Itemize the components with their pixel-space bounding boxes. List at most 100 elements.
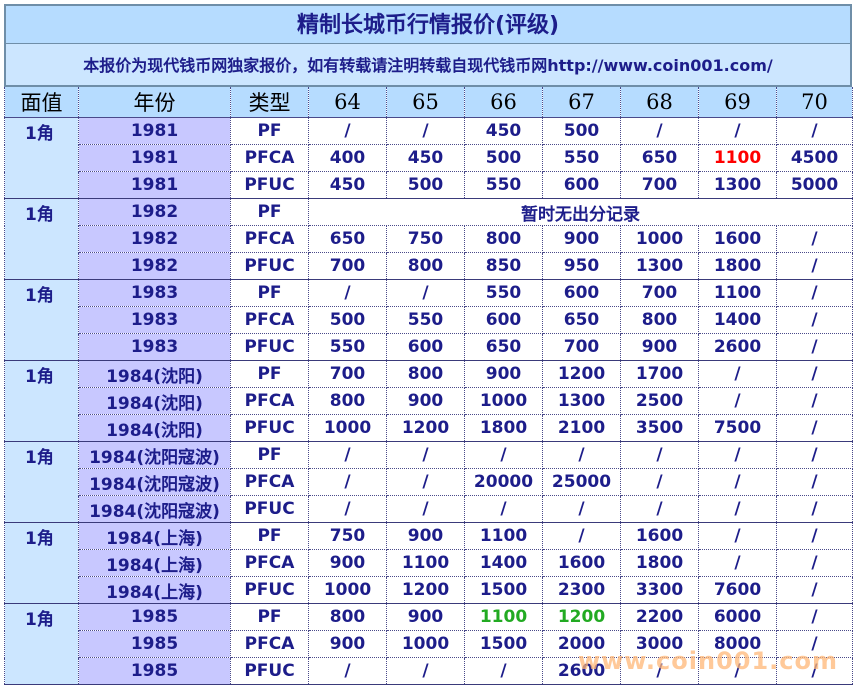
price-cell: / <box>386 468 465 496</box>
table-row: 1983 PFUC 550 600 650 700 900 2600/ <box>4 333 853 361</box>
face-value-cell <box>4 144 79 172</box>
price-cell: 450 <box>386 144 465 172</box>
face-value-cell: 1角 <box>4 117 79 145</box>
price-cell: 20000 <box>464 468 543 496</box>
price-cell: 450 <box>308 171 387 199</box>
column-header: 64 <box>308 87 387 118</box>
type-cell: PF <box>230 279 309 307</box>
type-cell: PFCA <box>230 144 309 172</box>
type-cell: PF <box>230 198 309 226</box>
price-cell: 900 <box>386 387 465 415</box>
price-cell: / <box>386 657 465 685</box>
price-cell: / <box>776 549 853 577</box>
type-cell: PF <box>230 522 309 550</box>
price-cell: 1200 <box>542 360 621 388</box>
price-cell: 1400 <box>464 549 543 577</box>
price-cell: 900 <box>308 549 387 577</box>
price-cell: 1000 <box>620 225 699 253</box>
year-cell: 1984(上海) <box>78 576 231 604</box>
price-cell: / <box>308 468 387 496</box>
price-cell: 1600 <box>698 225 777 253</box>
price-cell: 1300 <box>698 171 777 199</box>
table-row: 1角 1981 PF //450 500// / <box>4 117 853 145</box>
price-cell: 950 <box>542 252 621 280</box>
price-cell: 900 <box>620 333 699 361</box>
price-cell: 650 <box>464 333 543 361</box>
price-cell: 6000 <box>698 603 777 631</box>
face-value-cell <box>4 306 79 334</box>
price-cell: 1000 <box>464 387 543 415</box>
year-cell: 1982 <box>78 252 231 280</box>
price-cell: 600 <box>386 333 465 361</box>
price-cell: 800 <box>308 603 387 631</box>
price-cell: 1200 <box>386 576 465 604</box>
price-cell: 800 <box>308 387 387 415</box>
type-cell: PF <box>230 603 309 631</box>
price-cell: / <box>308 657 387 685</box>
price-cell: 1600 <box>620 522 699 550</box>
price-cell: 800 <box>386 252 465 280</box>
price-cell: 900 <box>386 603 465 631</box>
price-cell: / <box>776 603 853 631</box>
price-cell: 700 <box>308 252 387 280</box>
price-cell: 1100 <box>386 549 465 577</box>
price-cell: 500 <box>542 117 621 145</box>
price-cell: 650 <box>308 225 387 253</box>
price-cell: 900 <box>542 225 621 253</box>
price-cell: 1500 <box>464 576 543 604</box>
price-cell: 900 <box>464 360 543 388</box>
price-cell: / <box>464 441 543 469</box>
face-value-cell <box>4 468 79 496</box>
face-value-cell <box>4 549 79 577</box>
type-cell: PFUC <box>230 252 309 280</box>
price-cell: / <box>776 387 853 415</box>
price-cell: / <box>776 225 853 253</box>
watermark: www.coin001.com <box>577 647 838 675</box>
price-cell: / <box>776 441 853 469</box>
price-cell: / <box>698 468 777 496</box>
price-cell: 1100 <box>464 522 543 550</box>
year-cell: 1984(沈阳寇波) <box>78 495 231 523</box>
price-cell: / <box>386 441 465 469</box>
price-cell: 1700 <box>620 360 699 388</box>
price-cell: 2300 <box>542 576 621 604</box>
price-cell: / <box>698 387 777 415</box>
price-cell: 700 <box>542 333 621 361</box>
year-cell: 1984(沈阳寇波) <box>78 468 231 496</box>
price-cell: 1300 <box>542 387 621 415</box>
price-cell: / <box>620 468 699 496</box>
column-header: 年份 <box>78 87 231 118</box>
table-body: 1角 1981 PF //450 500///1981 PFCA 400 450 500 550 6… <box>4 117 853 685</box>
price-cell: / <box>776 252 853 280</box>
price-cell: / <box>698 522 777 550</box>
price-sheet: 精制长城币行情报价(评级) 本报价为现代钱币网独家报价，如有转载请注明转载自现代… <box>4 4 853 685</box>
face-value-cell: 1角 <box>4 522 79 550</box>
year-cell: 1983 <box>78 279 231 307</box>
price-cell: / <box>776 576 853 604</box>
type-cell: PFCA <box>230 630 309 658</box>
price-cell: / <box>308 495 387 523</box>
type-cell: PF <box>230 441 309 469</box>
price-cell: 500 <box>386 171 465 199</box>
year-cell: 1984(沈阳) <box>78 414 231 442</box>
price-cell: 550 <box>464 279 543 307</box>
price-cell: 1200 <box>542 603 621 631</box>
table-row: 1角 1984(上海) PF 750 900 1100/1600// <box>4 522 853 550</box>
table-row: 1982 PFUC 700 800 850 950 1300 1800/ <box>4 252 853 280</box>
type-cell: PF <box>230 360 309 388</box>
price-cell: 650 <box>620 144 699 172</box>
type-cell: PFUC <box>230 495 309 523</box>
price-cell: 25000 <box>542 468 621 496</box>
price-cell: 550 <box>464 171 543 199</box>
type-cell: PFCA <box>230 306 309 334</box>
table-row: 1981 PFUC 450 500 550 600 700 1300 5000 <box>4 171 853 199</box>
price-cell: 1800 <box>464 414 543 442</box>
price-cell: / <box>464 657 543 685</box>
price-cell: / <box>776 468 853 496</box>
price-cell: 2500 <box>620 387 699 415</box>
year-cell: 1985 <box>78 603 231 631</box>
price-cell: 7500 <box>698 414 777 442</box>
table-row: 1角 1984(沈阳寇波) PF / / / / / / / <box>4 441 853 469</box>
type-cell: PFUC <box>230 576 309 604</box>
price-cell: 550 <box>308 333 387 361</box>
